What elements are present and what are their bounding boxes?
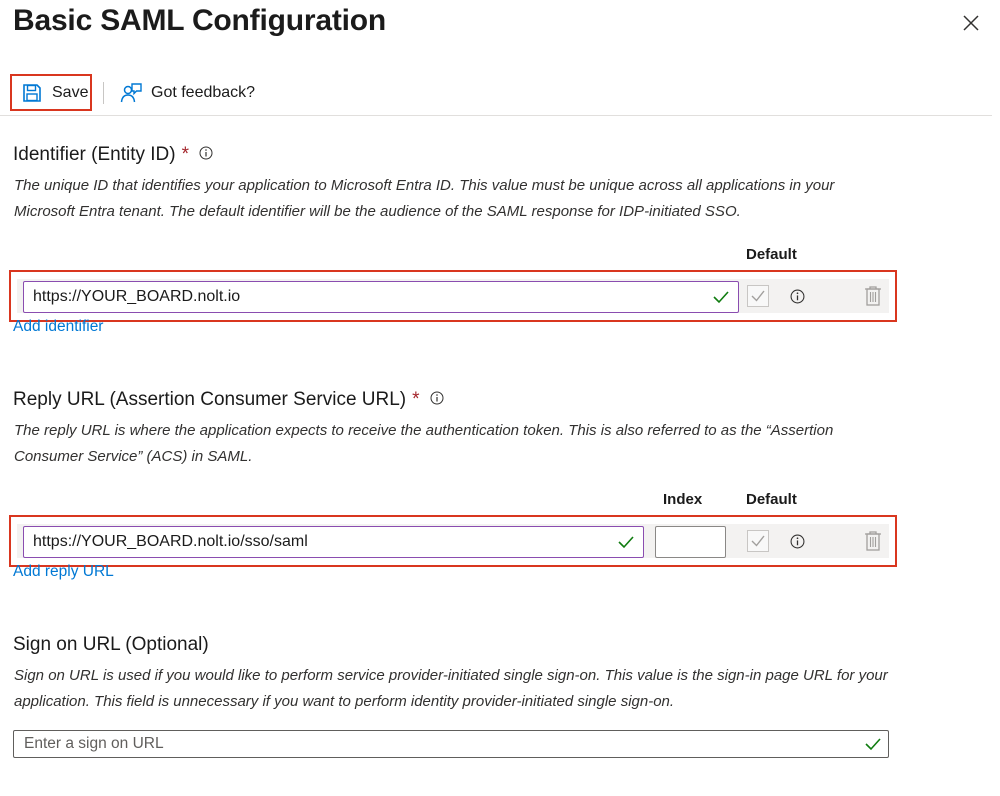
identifier-heading: Identifier (Entity ID) * xyxy=(13,144,213,166)
identifier-default-header: Default xyxy=(746,246,797,263)
default-checkbox[interactable] xyxy=(747,530,769,552)
sign-on-heading: Sign on URL (Optional) xyxy=(13,634,209,656)
toolbar-divider xyxy=(103,82,104,104)
checkmark-icon xyxy=(865,738,881,751)
feedback-icon xyxy=(120,83,142,103)
reply-url-heading: Reply URL (Assertion Consumer Service UR… xyxy=(13,389,444,411)
identifier-description: The unique ID that identifies your appli… xyxy=(14,177,835,220)
trash-icon xyxy=(865,286,881,306)
page-title: Basic SAML Configuration xyxy=(13,4,386,37)
close-icon xyxy=(963,15,979,31)
identifier-title: Identifier (Entity ID) xyxy=(13,144,176,165)
reply-url-value: https://YOUR_BOARD.nolt.io/sso/saml xyxy=(33,533,308,550)
add-identifier-link[interactable]: Add identifier xyxy=(13,318,103,336)
command-bar: Save Got feedback? xyxy=(0,72,992,116)
sign-on-url-input[interactable] xyxy=(14,731,854,757)
checkmark-icon xyxy=(713,291,729,304)
sign-on-url-field[interactable] xyxy=(13,730,889,758)
delete-identifier-button[interactable] xyxy=(864,285,882,311)
info-icon[interactable] xyxy=(790,289,805,309)
reply-url-input[interactable]: https://YOUR_BOARD.nolt.io/sso/saml xyxy=(23,526,644,558)
checkbox-icon xyxy=(751,535,765,547)
default-checkbox[interactable] xyxy=(747,285,769,307)
reply-url-index-header: Index xyxy=(663,491,703,508)
checkmark-icon xyxy=(618,536,634,549)
identifier-url-value: https://YOUR_BOARD.nolt.io xyxy=(33,288,241,305)
delete-reply-url-button[interactable] xyxy=(864,530,882,556)
identifier-row: https://YOUR_BOARD.nolt.io xyxy=(9,270,897,322)
reply-url-description: The reply URL is where the application e… xyxy=(14,422,834,465)
save-button[interactable]: Save xyxy=(10,74,92,111)
sign-on-description: Sign on URL is used if you would like to… xyxy=(14,667,888,710)
feedback-button[interactable]: Got feedback? xyxy=(120,80,255,106)
feedback-label: Got feedback? xyxy=(151,84,256,101)
info-icon[interactable] xyxy=(199,144,213,166)
reply-url-row: https://YOUR_BOARD.nolt.io/sso/saml xyxy=(9,515,897,567)
save-label: Save xyxy=(52,83,89,101)
reply-url-default-header: Default xyxy=(746,491,797,508)
info-icon[interactable] xyxy=(790,534,805,554)
required-mark: * xyxy=(412,389,420,410)
sign-on-title: Sign on URL (Optional) xyxy=(13,634,209,655)
reply-url-title: Reply URL (Assertion Consumer Service UR… xyxy=(13,389,407,410)
info-icon[interactable] xyxy=(430,389,444,411)
add-reply-url-link[interactable]: Add reply URL xyxy=(13,563,114,581)
trash-icon xyxy=(865,531,881,551)
save-icon xyxy=(23,83,41,102)
required-mark: * xyxy=(181,144,190,165)
close-button[interactable] xyxy=(958,10,984,36)
reply-url-index-input[interactable] xyxy=(655,526,726,558)
identifier-url-input[interactable]: https://YOUR_BOARD.nolt.io xyxy=(23,281,739,313)
checkbox-icon xyxy=(751,290,765,302)
